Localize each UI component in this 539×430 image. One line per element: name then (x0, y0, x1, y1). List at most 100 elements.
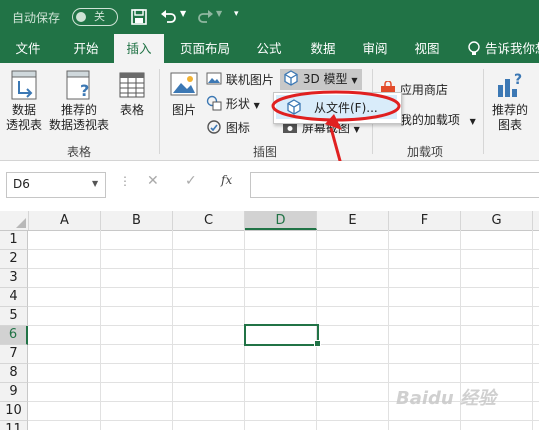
enter-icon[interactable]: ✓ (185, 173, 197, 189)
icons-button[interactable]: 图标 (206, 119, 250, 136)
grid-line (100, 230, 101, 430)
row-header-9[interactable]: 9 (0, 383, 28, 402)
fill-handle[interactable] (314, 340, 321, 347)
tab-view[interactable]: 视图 (404, 34, 450, 63)
recommended-charts-icon: ? (498, 72, 522, 97)
lightbulb-icon (468, 41, 480, 55)
icons-insert-icon (207, 120, 221, 134)
pivot-table-icon (11, 70, 37, 100)
insert-function-icon[interactable]: fx (221, 173, 232, 187)
row-header-7[interactable]: 7 (0, 345, 28, 364)
from-file-label: 从文件(F)... (314, 101, 378, 115)
3d-models-button[interactable]: 3D 模型 ▼ (280, 69, 362, 90)
row-header-3[interactable]: 3 (0, 269, 28, 288)
tell-me-search[interactable]: 告诉我你想 (485, 34, 539, 63)
autosave-state: 关 (94, 10, 105, 23)
column-headers: A B C D E F G (0, 211, 539, 231)
grid-line (28, 249, 539, 250)
shapes-label: 形状 (225, 97, 250, 111)
screenshot-dropdown-icon: ▼ (353, 125, 360, 134)
shapes-dropdown-icon: ▼ (253, 101, 260, 110)
autosave-toggle[interactable]: 关 (72, 8, 118, 26)
column-header-b[interactable]: B (101, 211, 173, 230)
pictures-button[interactable]: 图片 (166, 69, 202, 118)
row-header-4[interactable]: 4 (0, 288, 28, 307)
grid-line (28, 363, 539, 364)
column-header-f[interactable]: F (389, 211, 461, 230)
column-header-e[interactable]: E (317, 211, 389, 230)
tab-page-layout[interactable]: 页面布局 (172, 34, 238, 63)
watermark: Baidu 经验 (396, 388, 497, 409)
row-header-8[interactable]: 8 (0, 364, 28, 383)
formula-input[interactable] (250, 172, 539, 198)
save-icon[interactable] (131, 9, 147, 25)
online-pictures-label: 联机图片 (225, 73, 274, 87)
ribbon: 数据 透视表 ? 推荐的 数据透视表 表格 表格 图片 联机图片 形状 ▼ 图标… (0, 63, 539, 161)
select-all-corner[interactable] (0, 211, 29, 230)
online-pictures-button[interactable]: 联机图片 (206, 71, 274, 88)
redo-icon[interactable] (196, 8, 214, 24)
pivot-table-button[interactable]: 数据 透视表 (4, 69, 44, 133)
grip-icon[interactable]: ⋮ (119, 174, 131, 188)
redo-dropdown-icon[interactable]: ▼ (216, 9, 222, 18)
recommended-pivot-icon: ? (66, 70, 90, 100)
recommended-pivot-label: 推荐的 数据透视表 (48, 103, 109, 132)
selected-cell[interactable] (244, 324, 319, 346)
cancel-icon[interactable]: ✕ (147, 173, 159, 189)
name-box-dropdown-icon[interactable]: ▼ (92, 179, 98, 188)
table-icon (119, 72, 145, 98)
title-bar: 自动保存 关 ▼ ▼ ▾ (0, 0, 539, 34)
tab-insert[interactable]: 插入 (114, 34, 164, 63)
column-header-g[interactable]: G (461, 211, 533, 230)
column-header-d[interactable]: D (245, 211, 317, 230)
pictures-label: 图片 (171, 103, 196, 117)
from-file-menu-item[interactable]: 从文件(F)... (276, 95, 397, 119)
svg-text:?: ? (80, 81, 89, 100)
my-addins-dropdown-icon: ▼ (469, 117, 476, 126)
pivot-table-label: 数据 透视表 (5, 103, 42, 132)
undo-dropdown-icon[interactable]: ▼ (180, 9, 186, 18)
autosave-label: 自动保存 (12, 11, 61, 25)
grid-line (172, 230, 173, 430)
customize-qat-icon[interactable]: ▾ (234, 9, 239, 19)
online-pictures-icon (206, 72, 222, 85)
row-header-5[interactable]: 5 (0, 307, 28, 326)
group-separator (159, 69, 160, 154)
grid-line (28, 268, 539, 269)
ribbon-tabs: 文件 开始 插入 页面布局 公式 数据 审阅 视图 告诉我你想 (0, 34, 539, 63)
recommended-charts-button[interactable]: ? 推荐的 图表 (488, 69, 532, 133)
row-header-2[interactable]: 2 (0, 250, 28, 269)
grid-line (28, 306, 539, 307)
recommended-pivot-button[interactable]: ? 推荐的 数据透视表 (46, 69, 112, 133)
table-label: 表格 (119, 103, 144, 117)
svg-text:?: ? (514, 72, 522, 88)
tab-file[interactable]: 文件 (5, 34, 51, 63)
grid-line (28, 420, 539, 421)
group-label-illustrations: 插图 (252, 145, 277, 159)
cube-icon (284, 70, 298, 86)
column-header-a[interactable]: A (29, 211, 101, 230)
3d-models-dropdown: 从文件(F)... (273, 92, 402, 124)
formula-bar-area: D6 ▼ ⋮ ✕ ✓ fx (0, 161, 539, 211)
column-header-c[interactable]: C (173, 211, 245, 230)
tab-review[interactable]: 审阅 (352, 34, 398, 63)
tab-home[interactable]: 开始 (60, 34, 112, 63)
row-header-1[interactable]: 1 (0, 231, 28, 250)
group-label-tables: 表格 (66, 145, 91, 159)
row-header-6[interactable]: 6 (0, 326, 28, 345)
group-separator (483, 69, 484, 154)
name-box[interactable]: D6 ▼ (6, 172, 106, 198)
row-header-10[interactable]: 10 (0, 402, 28, 421)
name-box-value: D6 (13, 177, 30, 191)
table-button[interactable]: 表格 (113, 69, 151, 118)
tab-formulas[interactable]: 公式 (246, 34, 292, 63)
3d-models-label: 3D 模型 (302, 72, 348, 86)
undo-icon[interactable] (160, 8, 178, 24)
recommended-charts-label: 推荐的 图表 (491, 103, 528, 132)
3d-models-dropdown-icon: ▼ (351, 76, 358, 85)
row-header-11[interactable]: 11 (0, 421, 28, 430)
tab-data[interactable]: 数据 (300, 34, 346, 63)
shapes-button[interactable]: 形状 ▼ (206, 95, 260, 114)
shapes-icon (206, 95, 222, 111)
grid-line (28, 382, 539, 383)
